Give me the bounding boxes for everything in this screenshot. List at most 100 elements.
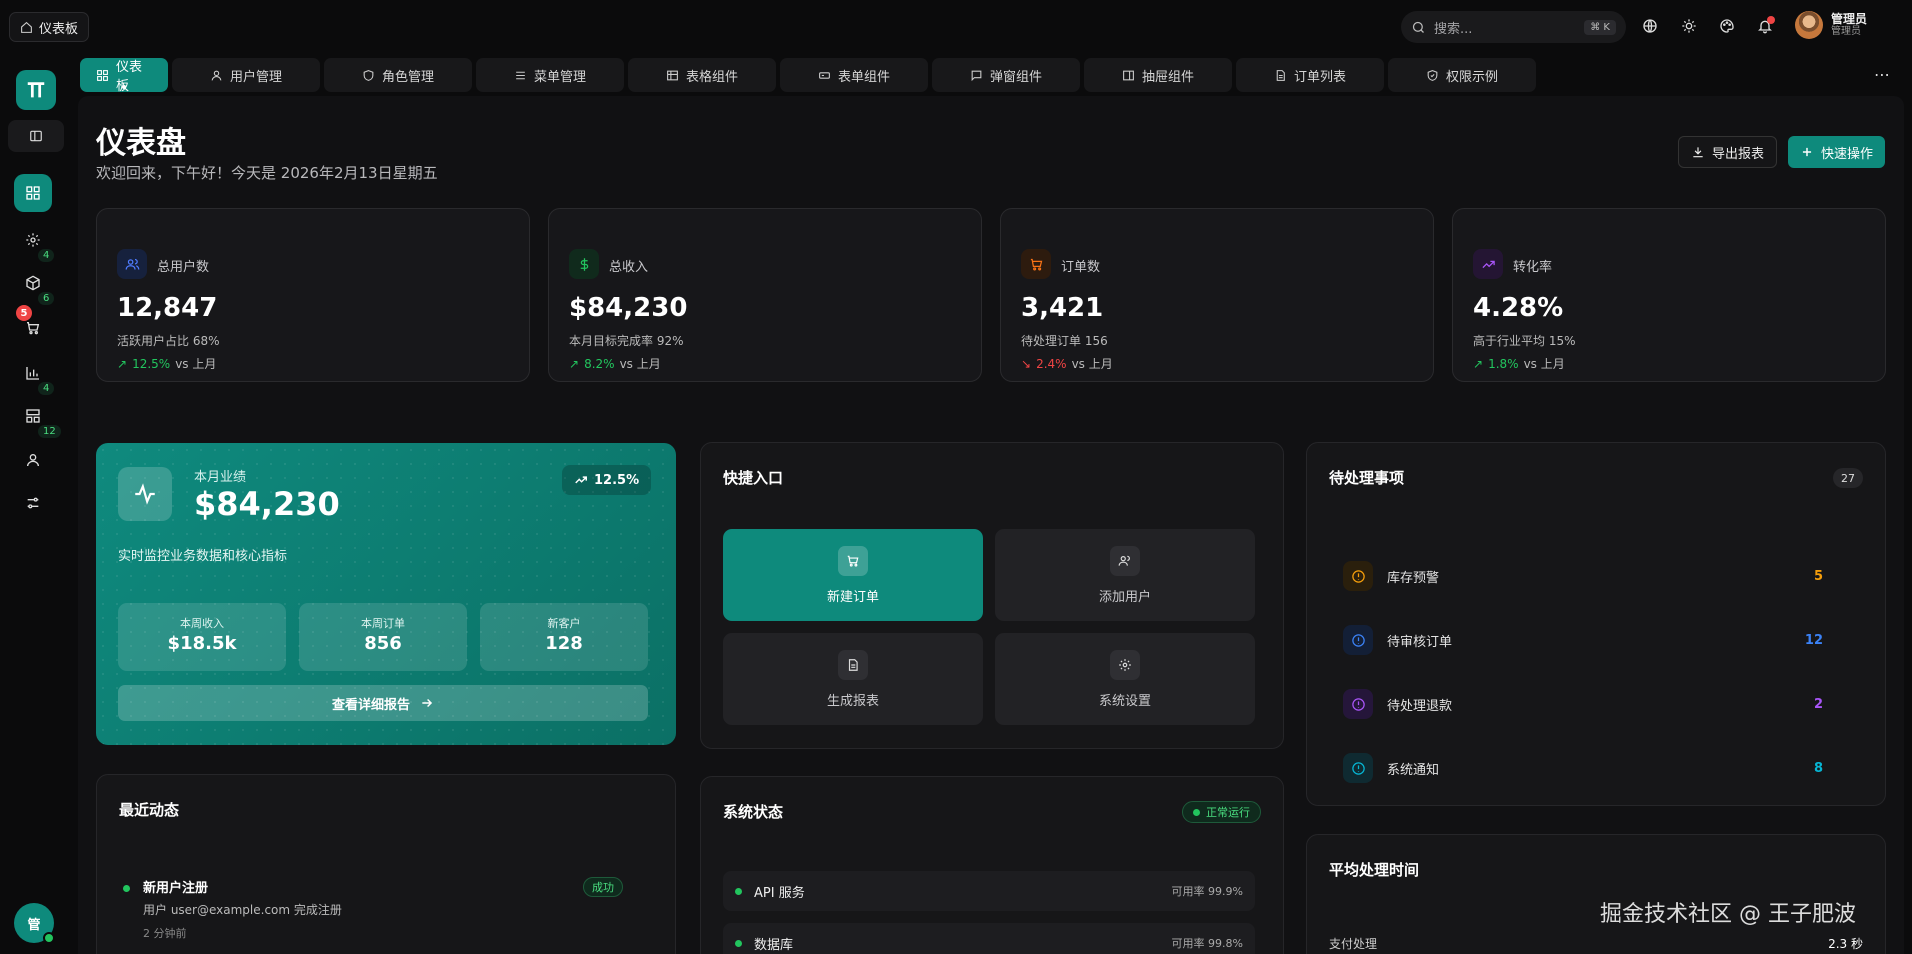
home-icon: [20, 21, 33, 34]
tab-label: 表格组件: [685, 69, 738, 85]
system-status-card: 系统状态 正常运行 API 服务 可用率 99.9% 数据库 可用率 99.8%: [700, 776, 1284, 954]
app-tab-dashboard[interactable]: 仪表板: [9, 12, 90, 42]
trend-up-icon: ↗: [117, 356, 128, 371]
stat-card-conversion: 转化率 4.28% 高于行业平均 15% ↗ 1.8% vs 上月: [1452, 208, 1886, 382]
status-dot: [1193, 808, 1200, 816]
quick-new-order-button[interactable]: 新建订单: [723, 529, 983, 621]
users-icon: [1110, 545, 1140, 576]
tab-form-component[interactable]: 表单组件: [780, 58, 928, 92]
sidebar-badge-layout: 12: [38, 425, 61, 438]
todo-count: 2: [1813, 696, 1823, 712]
mini-stat-weekly-revenue: 本周收入 $18.5k: [118, 603, 286, 671]
trend-up-icon: ↗: [1473, 356, 1484, 371]
quick-label: 生成报表: [826, 693, 879, 709]
system-running-label: 正常运行: [1206, 806, 1250, 819]
bar-chart-icon: [25, 365, 41, 381]
tab-user-management[interactable]: 用户管理: [172, 58, 320, 92]
tab-drawer-component[interactable]: 抽屉组件: [1084, 58, 1232, 92]
todo-item-notifications[interactable]: 系统通知 8: [1343, 753, 1823, 783]
users-icon: [117, 249, 147, 279]
avg-time-title: 平均处理时间: [1329, 861, 1420, 879]
stat-trend: ↗ 1.8% vs 上月: [1473, 355, 1565, 372]
quick-add-user-button[interactable]: 添加用户: [995, 529, 1255, 621]
stat-title: 转化率: [1513, 260, 1553, 275]
quick-action-label: 快速操作: [1821, 146, 1874, 162]
tab-label: 仪表板: [116, 60, 143, 94]
download-icon: [1691, 145, 1705, 159]
view-report-button[interactable]: 查看详细报告: [118, 685, 648, 721]
sidebar-user-avatar[interactable]: 管: [14, 903, 55, 944]
tab-label: 弹窗组件: [989, 69, 1042, 85]
plus-icon: [1800, 145, 1814, 159]
logo: [16, 70, 56, 110]
system-row-value: 可用率 99.9%: [1171, 885, 1243, 898]
todo-item-refunds[interactable]: 待处理退款 2: [1343, 689, 1823, 719]
alert-circle-icon: [1343, 753, 1373, 783]
globe-icon[interactable]: [1639, 15, 1661, 37]
sidebar-collapse-button[interactable]: [8, 120, 64, 152]
bell-icon[interactable]: [1754, 15, 1776, 37]
stat-desc: 本月目标完成率 92%: [569, 334, 684, 348]
stat-card-orders: 订单数 3,421 待处理订单 156 ↘ 2.4% vs 上月: [1000, 208, 1434, 382]
stat-card-revenue: 总收入 $84,230 本月目标完成率 92% ↗ 8.2% vs 上月: [548, 208, 982, 382]
status-dot: [735, 887, 742, 895]
mini-stat-value: 128: [545, 633, 583, 654]
todo-card: 待处理事项 27 库存预警 5 待审核订单 12 待处理退款 2 系统通知 8: [1306, 442, 1886, 806]
performance-growth: 12.5%: [594, 472, 640, 488]
trending-up-icon: [574, 473, 588, 487]
user-icon: [25, 452, 41, 468]
shield-check-icon: [1426, 69, 1439, 82]
sidebar-item-dashboard[interactable]: [14, 174, 52, 212]
table-icon: [666, 69, 679, 82]
todo-item-pending-orders[interactable]: 待审核订单 12: [1343, 625, 1823, 655]
system-row-name: 数据库: [754, 937, 794, 953]
main-content: 仪表盘 欢迎回来，下午好！今天是 2026年2月13日星期五 导出报表 快速操作…: [78, 96, 1904, 954]
search-placeholder: 搜索...: [1434, 21, 1473, 37]
avg-time-label: 支付处理: [1329, 937, 1378, 951]
tab-role-management[interactable]: 角色管理: [324, 58, 472, 92]
dollar-icon: [569, 249, 599, 279]
alert-circle-icon: [1343, 689, 1373, 719]
user-menu[interactable]: 管理员 管理员: [1795, 11, 1867, 39]
page-title: 仪表盘: [96, 126, 186, 161]
sidebar-item-orders[interactable]: [14, 309, 52, 347]
page-subtitle: 欢迎回来，下午好！今天是 2026年2月13日星期五: [96, 164, 438, 182]
stat-value: $84,230: [569, 293, 688, 323]
todo-item-inventory[interactable]: 库存预警 5: [1343, 561, 1823, 591]
export-report-button[interactable]: 导出报表: [1678, 136, 1778, 168]
mini-stat-new-customers: 新客户 128: [480, 603, 648, 671]
panel-icon: [1122, 69, 1135, 82]
stat-desc: 活跃用户占比 68%: [117, 334, 220, 348]
tab-table-component[interactable]: 表格组件: [628, 58, 776, 92]
message-icon: [970, 69, 983, 82]
palette-icon[interactable]: [1716, 15, 1738, 37]
tab-menu-management[interactable]: 菜单管理: [476, 58, 624, 92]
menu-icon: [514, 69, 527, 82]
sidebar-item-users[interactable]: [14, 441, 52, 479]
trend-vs: vs 上月: [1071, 357, 1113, 371]
sliders-icon: [25, 495, 41, 511]
trend-value: 12.5%: [132, 356, 171, 371]
more-icon[interactable]: ⋯: [1874, 65, 1890, 84]
sun-icon[interactable]: [1678, 15, 1700, 37]
sidebar-avatar-letter: 管: [27, 917, 41, 933]
sidebar-item-filters[interactable]: [14, 484, 52, 522]
stat-title: 订单数: [1061, 260, 1101, 275]
quick-system-settings-button[interactable]: 系统设置: [995, 633, 1255, 725]
tab-permission-example[interactable]: 权限示例: [1388, 58, 1536, 92]
tab-order-list[interactable]: 订单列表: [1236, 58, 1384, 92]
sidebar-badge-settings: 4: [38, 249, 55, 262]
tab-dashboard[interactable]: 仪表板: [80, 58, 168, 94]
avg-time-card: 平均处理时间 支付处理 2.3 秒: [1306, 834, 1886, 954]
status-badge: 成功: [583, 877, 623, 897]
view-report-label: 查看详细报告: [331, 697, 410, 713]
quick-action-button[interactable]: 快速操作: [1788, 136, 1886, 168]
mini-stat-label: 新客户: [547, 617, 581, 630]
alert-circle-icon: [1343, 561, 1373, 591]
search-input[interactable]: 搜索... ⌘ K: [1401, 11, 1626, 43]
tab-label: 表单组件: [837, 69, 890, 85]
file-icon: [1274, 69, 1287, 82]
todo-label: 系统通知: [1387, 762, 1440, 778]
tab-modal-component[interactable]: 弹窗组件: [932, 58, 1080, 92]
quick-generate-report-button[interactable]: 生成报表: [723, 633, 983, 725]
